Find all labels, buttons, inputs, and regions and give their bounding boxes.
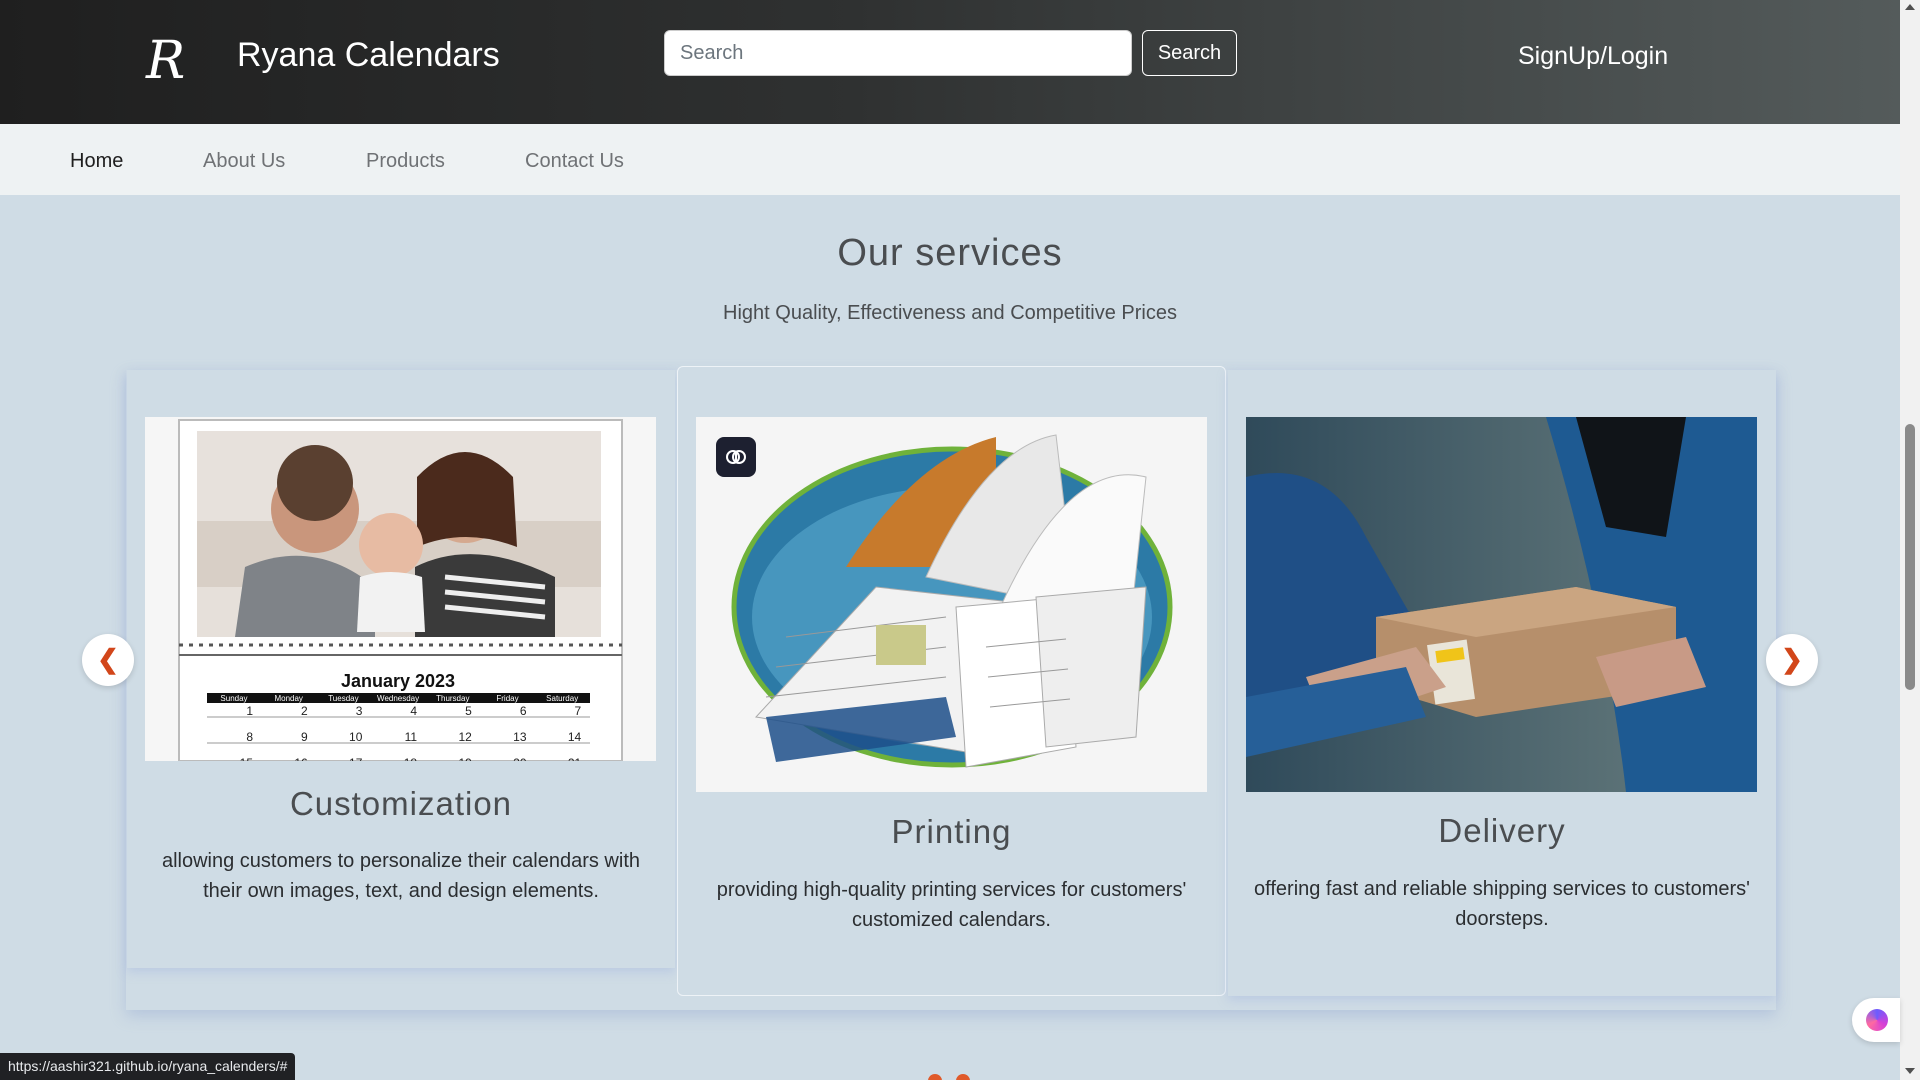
assistant-extension-button[interactable] [1852,998,1900,1042]
calendar-date: 11 [405,730,418,744]
brain-icon[interactable] [716,437,756,477]
weekday-label: Saturday [546,694,578,703]
page-scrollbar[interactable] [1900,0,1920,1080]
calendar-date: 19 [458,756,472,761]
main-nav: Home About Us Products Contact Us [0,124,1900,195]
service-card-printing[interactable]: Printing providing high-quality printing… [677,366,1226,996]
card-title: Printing [891,813,1012,850]
weekday-label: Wednesday [377,694,419,703]
brand-name[interactable]: Ryana Calendars [237,36,500,75]
calendar-date: 13 [513,730,527,744]
calendar-date: 10 [349,730,363,744]
card-description: allowing customers to personalize their … [161,850,640,902]
card-description: offering fast and reliable shipping serv… [1254,878,1750,930]
nav-products[interactable]: Products [366,150,445,173]
package-delivery-illustration [1246,417,1757,792]
carousel-dot[interactable] [956,1074,970,1080]
card-title: Delivery [1438,812,1566,849]
calendar-date: 2 [301,704,308,718]
carousel-dot[interactable] [928,1074,942,1080]
carousel-indicators [928,1074,984,1080]
nav-home[interactable]: Home [70,150,123,173]
calendar-date: 6 [520,704,527,718]
delivery-photo-image [1246,417,1757,792]
calendar-date: 7 [575,704,582,718]
calendar-date: 18 [404,756,418,761]
calendar-date: 16 [294,756,308,761]
calendar-date: 8 [246,730,253,744]
signup-login-link[interactable]: SignUp/Login [1518,42,1668,71]
calendar-date: 4 [410,704,417,718]
service-card-customization[interactable]: January 2023 Sunday Monday Tuesday Wednesda… [127,370,675,968]
calendar-photo-image: January 2023 Sunday Monday Tuesday Wednesda… [145,417,656,761]
calendar-date: 21 [568,756,582,761]
calendar-date: 12 [458,730,472,744]
carousel-prev-button[interactable]: ❮ [82,634,134,686]
calendar-date: 17 [349,756,363,761]
brain-icon [1866,1009,1888,1031]
calendar-date: 14 [568,730,582,744]
weekday-label: Tuesday [328,694,358,703]
service-card-delivery[interactable]: Delivery offering fast and reliable ship… [1228,370,1776,996]
services-subtitle: Hight Quality, Effectiveness and Competi… [723,302,1177,324]
weekday-label: Friday [496,694,518,703]
carousel-next-button[interactable]: ❯ [1766,634,1818,686]
nav-about-us[interactable]: About Us [203,150,285,173]
printed-calendars-illustration [696,417,1207,792]
calendar-date: 9 [301,730,308,744]
brand-logo[interactable]: R [146,34,190,88]
weekday-label: Thursday [436,694,469,703]
site-header: R Ryana Calendars Search SignUp/Login [0,0,1900,124]
weekday-label: Monday [274,694,302,703]
scroll-thumb[interactable] [1905,424,1915,690]
scroll-up-arrow-icon[interactable] [1905,4,1915,10]
nav-contact-us[interactable]: Contact Us [525,150,624,173]
weekday-label: Sunday [220,694,247,703]
calendar-month-label: January 2023 [341,671,455,691]
calendar-date: 1 [246,704,253,718]
calendar-date: 3 [356,704,363,718]
calendar-date: 15 [240,756,254,761]
card-description: providing high-quality printing services… [716,879,1187,931]
search-button[interactable]: Search [1142,30,1237,76]
services-title: Our services [837,232,1063,274]
family-calendar-illustration: January 2023 Sunday Monday Tuesday Wednesda… [145,417,656,761]
scroll-down-arrow-icon[interactable] [1905,1068,1915,1074]
status-bar-url: https://aashir321.github.io/ryana_calend… [0,1053,296,1080]
calendar-date: 20 [513,756,527,761]
card-title: Customization [289,785,513,822]
search-input[interactable] [664,30,1132,76]
printed-calendars-image [696,417,1207,792]
calendar-date: 5 [465,704,472,718]
